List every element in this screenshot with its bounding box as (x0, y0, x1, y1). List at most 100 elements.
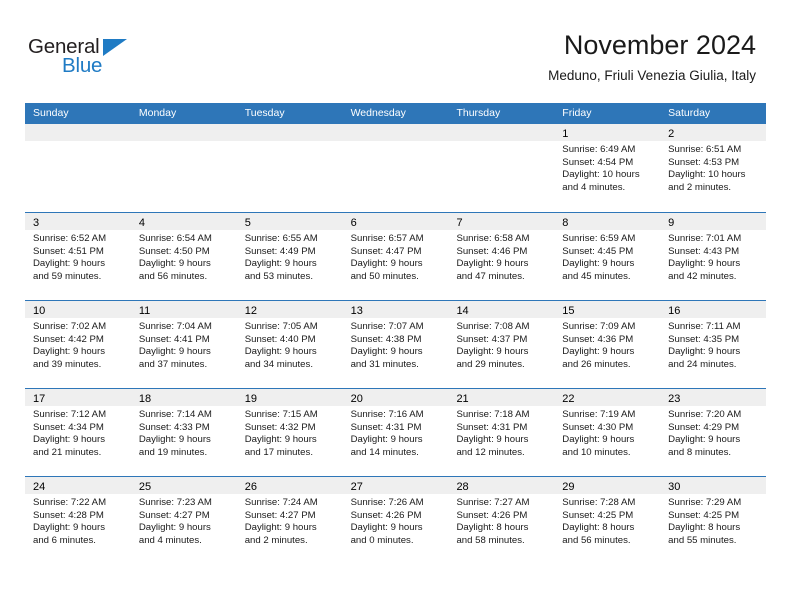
day-cell[interactable]: 9 Sunrise: 7:01 AM Sunset: 4:43 PM Daylight… (660, 213, 767, 300)
day-number-band: 20 (342, 389, 449, 406)
day-detail-line: Daylight: 9 hours (456, 434, 529, 446)
day-detail-line: Sunset: 4:25 PM (668, 509, 740, 521)
day-cell[interactable]: 2 Sunrise: 6:51 AM Sunset: 4:53 PM Daylight… (660, 124, 767, 212)
day-cell[interactable]: 29 Sunrise: 7:28 AM Sunset: 4:25 PM Dayligh… (554, 477, 661, 564)
day-number-band: 17 (25, 389, 131, 406)
triangle-logo-icon (103, 39, 127, 56)
day-details: Sunrise: 6:55 AM Sunset: 4:49 PM Daylight:… (237, 230, 343, 283)
day-detail-line: Sunset: 4:32 PM (244, 421, 316, 433)
day-cell[interactable]: 21 Sunrise: 7:18 AM Sunset: 4:31 PM Dayligh… (448, 389, 555, 476)
day-number-band: 3 (25, 213, 131, 230)
day-detail-line: Sunset: 4:29 PM (668, 421, 740, 433)
day-number-band: 9 (660, 213, 767, 230)
day-cell[interactable]: 13 Sunrise: 7:07 AM Sunset: 4:38 PM Dayligh… (342, 301, 449, 388)
day-detail-line: and 47 minutes. (456, 270, 525, 282)
day-details: Sunrise: 6:51 AM Sunset: 4:53 PM Daylight:… (660, 141, 766, 194)
day-cell[interactable]: 25 Sunrise: 7:23 AM Sunset: 4:27 PM Dayligh… (130, 477, 237, 564)
day-cell[interactable]: 7 Sunrise: 6:58 AM Sunset: 4:46 PM Daylight… (448, 213, 555, 300)
day-detail-line: and 50 minutes. (350, 270, 419, 282)
day-number-band (236, 124, 343, 141)
day-detail-line: Sunset: 4:31 PM (350, 421, 422, 433)
day-number-band: 15 (554, 301, 661, 318)
day-details: Sunrise: 7:26 AM Sunset: 4:26 PM Daylight:… (343, 494, 449, 547)
day-number: 18 (138, 393, 152, 405)
day-cell[interactable]: 17 Sunrise: 7:12 AM Sunset: 4:34 PM Dayligh… (25, 389, 131, 476)
day-cell[interactable]: 6 Sunrise: 6:57 AM Sunset: 4:47 PM Daylight… (342, 213, 449, 300)
day-number: 22 (562, 393, 575, 405)
day-detail-line: and 29 minutes. (456, 358, 525, 370)
day-cell[interactable]: 18 Sunrise: 7:14 AM Sunset: 4:33 PM Dayligh… (130, 389, 237, 476)
day-cell[interactable]: 4 Sunrise: 6:54 AM Sunset: 4:50 PM Daylight… (130, 213, 237, 300)
day-detail-line: Daylight: 9 hours (350, 434, 423, 446)
day-number-band: 27 (342, 477, 449, 494)
day-detail-line: Sunrise: 7:12 AM (33, 409, 107, 420)
day-detail-line: Sunrise: 7:24 AM (244, 497, 318, 508)
day-cell[interactable]: 1 Sunrise: 6:49 AM Sunset: 4:54 PM Daylight… (554, 124, 661, 212)
day-detail-line: Sunrise: 6:51 AM (668, 144, 742, 155)
day-cell-empty (342, 124, 449, 212)
day-details: Sunrise: 7:08 AM Sunset: 4:37 PM Daylight:… (448, 318, 554, 371)
calendar-weeks: 1 Sunrise: 6:49 AM Sunset: 4:54 PM Daylight… (25, 124, 767, 564)
day-cell[interactable]: 8 Sunrise: 6:59 AM Sunset: 4:45 PM Daylight… (554, 213, 661, 300)
brand-logo[interactable]: General Blue (28, 36, 158, 82)
page-subtitle: Meduno, Friuli Venezia Giulia, Italy (548, 68, 756, 83)
day-detail-line: Sunset: 4:45 PM (562, 245, 634, 257)
day-number-band: 16 (660, 301, 767, 318)
day-detail-line: Sunrise: 7:18 AM (456, 409, 530, 420)
day-cell[interactable]: 27 Sunrise: 7:26 AM Sunset: 4:26 PM Dayligh… (342, 477, 449, 564)
day-number: 13 (350, 305, 363, 317)
day-detail-line: Daylight: 8 hours (668, 522, 741, 534)
day-detail-line: and 34 minutes. (244, 358, 313, 370)
day-cell[interactable]: 12 Sunrise: 7:05 AM Sunset: 4:40 PM Dayligh… (236, 301, 343, 388)
day-number-band: 13 (342, 301, 449, 318)
weekday-header-friday: Friday (562, 107, 592, 119)
day-details: Sunrise: 7:29 AM Sunset: 4:25 PM Daylight:… (660, 494, 766, 547)
day-detail-line: Daylight: 9 hours (244, 522, 317, 534)
day-detail-line: and 8 minutes. (668, 446, 732, 458)
day-detail-line: and 2 minutes. (244, 534, 308, 546)
day-cell[interactable]: 23 Sunrise: 7:20 AM Sunset: 4:29 PM Dayligh… (660, 389, 767, 476)
day-cell-empty (448, 124, 555, 212)
page-header: General Blue November 2024 Meduno, Friul… (0, 0, 792, 96)
day-detail-line: and 24 minutes. (668, 358, 737, 370)
day-details: Sunrise: 6:58 AM Sunset: 4:46 PM Daylight:… (448, 230, 554, 283)
day-cell[interactable]: 30 Sunrise: 7:29 AM Sunset: 4:25 PM Dayligh… (660, 477, 767, 564)
day-detail-line: Daylight: 10 hours (562, 169, 640, 181)
day-details: Sunrise: 7:24 AM Sunset: 4:27 PM Daylight:… (237, 494, 343, 547)
day-cell[interactable]: 15 Sunrise: 7:09 AM Sunset: 4:36 PM Dayligh… (554, 301, 661, 388)
day-detail-line: Sunrise: 7:05 AM (244, 321, 318, 332)
day-detail-line: Sunrise: 7:29 AM (668, 497, 742, 508)
day-cell[interactable]: 19 Sunrise: 7:15 AM Sunset: 4:32 PM Dayligh… (236, 389, 343, 476)
title-block: November 2024 Meduno, Friuli Venezia Giu… (548, 28, 756, 86)
day-detail-line: Daylight: 9 hours (668, 258, 741, 270)
day-number-band (130, 124, 237, 141)
day-cell[interactable]: 3 Sunrise: 6:52 AM Sunset: 4:51 PM Daylight… (25, 213, 131, 300)
day-number: 19 (244, 393, 257, 405)
day-number-band: 1 (554, 124, 661, 141)
day-detail-line: Daylight: 9 hours (456, 258, 529, 270)
day-number-band: 21 (448, 389, 555, 406)
day-cell[interactable]: 28 Sunrise: 7:27 AM Sunset: 4:26 PM Dayligh… (448, 477, 555, 564)
day-detail-line: Sunset: 4:46 PM (456, 245, 528, 257)
day-detail-line: Sunset: 4:38 PM (350, 333, 422, 345)
day-detail-line: Daylight: 9 hours (138, 346, 211, 358)
day-cell[interactable]: 16 Sunrise: 7:11 AM Sunset: 4:35 PM Dayligh… (660, 301, 767, 388)
day-detail-line: and 56 minutes. (138, 270, 208, 282)
day-cell[interactable]: 24 Sunrise: 7:22 AM Sunset: 4:28 PM Dayligh… (25, 477, 131, 564)
day-detail-line: and 37 minutes. (138, 358, 208, 370)
day-detail-line: and 26 minutes. (562, 358, 631, 370)
day-cell[interactable]: 20 Sunrise: 7:16 AM Sunset: 4:31 PM Dayligh… (342, 389, 449, 476)
day-number-band: 14 (448, 301, 555, 318)
day-cell[interactable]: 26 Sunrise: 7:24 AM Sunset: 4:27 PM Dayligh… (236, 477, 343, 564)
day-details: Sunrise: 7:20 AM Sunset: 4:29 PM Daylight:… (660, 406, 766, 459)
day-cell[interactable]: 22 Sunrise: 7:19 AM Sunset: 4:30 PM Dayligh… (554, 389, 661, 476)
day-cell[interactable]: 5 Sunrise: 6:55 AM Sunset: 4:49 PM Daylight… (236, 213, 343, 300)
day-detail-line: Daylight: 9 hours (244, 258, 317, 270)
day-cell[interactable]: 11 Sunrise: 7:04 AM Sunset: 4:41 PM Dayligh… (130, 301, 237, 388)
day-detail-line: Daylight: 8 hours (456, 522, 529, 534)
day-details: Sunrise: 7:16 AM Sunset: 4:31 PM Daylight:… (343, 406, 449, 459)
day-cell[interactable]: 10 Sunrise: 7:02 AM Sunset: 4:42 PM Dayligh… (25, 301, 131, 388)
day-detail-line: Sunset: 4:35 PM (668, 333, 740, 345)
day-cell[interactable]: 14 Sunrise: 7:08 AM Sunset: 4:37 PM Dayligh… (448, 301, 555, 388)
day-details: Sunrise: 7:15 AM Sunset: 4:32 PM Daylight:… (237, 406, 343, 459)
